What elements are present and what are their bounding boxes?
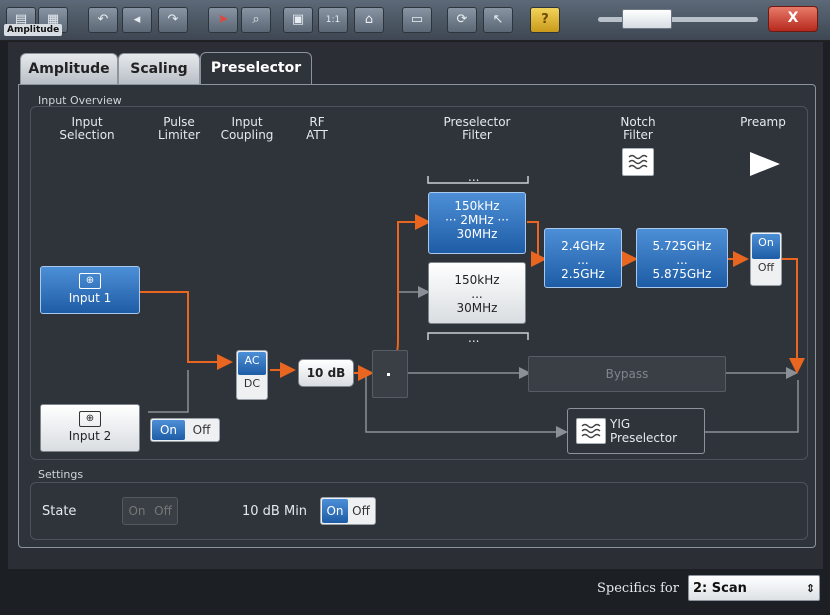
col-header-pulse-limiter: Pulse Limiter bbox=[157, 115, 201, 142]
min-on[interactable]: On bbox=[322, 499, 348, 523]
state-on[interactable]: On bbox=[124, 499, 150, 523]
input-2-label: Input 2 bbox=[68, 429, 112, 443]
preamp-toggle[interactable]: On Off bbox=[750, 232, 782, 286]
specifics-label: Specifics for bbox=[597, 581, 679, 596]
col-header-rf-att: RF ATT bbox=[306, 115, 328, 142]
input-connector-icon: ⊕ bbox=[79, 273, 101, 289]
toggle-on[interactable]: On bbox=[152, 420, 185, 440]
col-header-preselector-filter: Preselector Filter bbox=[443, 115, 511, 142]
rf-att-value[interactable]: 10 dB bbox=[298, 359, 354, 387]
wave-icon bbox=[628, 154, 648, 170]
filter-band-b-button[interactable]: 150kHz ... 30MHz bbox=[428, 262, 526, 324]
min-toggle[interactable]: On Off bbox=[320, 497, 376, 525]
specifics-value: 2: Scan bbox=[693, 581, 747, 596]
state-toggle[interactable]: On Off bbox=[122, 497, 178, 525]
pulse-limiter-toggle[interactable]: On Off bbox=[150, 418, 220, 442]
input1-line bbox=[140, 291, 233, 370]
toggle-off[interactable]: Off bbox=[185, 420, 218, 440]
bypass-box[interactable]: Bypass bbox=[528, 356, 726, 392]
preamp-out-line bbox=[782, 258, 805, 374]
input-1-button[interactable]: ⊕ Input 1 bbox=[40, 266, 140, 314]
notch-filter-icon[interactable] bbox=[622, 148, 654, 176]
group-label-settings: Settings bbox=[38, 468, 84, 481]
preamp-on[interactable]: On bbox=[752, 234, 780, 259]
input-1-label: Input 1 bbox=[68, 291, 112, 305]
coupling-ac[interactable]: AC bbox=[238, 352, 266, 375]
state-label: State bbox=[42, 504, 77, 519]
band-2-4ghz-button[interactable]: 2.4GHz ... 2.5GHz bbox=[544, 228, 622, 288]
chevron-updown-icon: ⇕ bbox=[805, 582, 815, 595]
to-24ghz-line bbox=[527, 221, 547, 267]
min-label: 10 dB Min bbox=[242, 504, 308, 519]
state-off[interactable]: Off bbox=[150, 499, 176, 523]
col-header-input-coupling: Input Coupling bbox=[220, 115, 274, 142]
yig-wave-icon bbox=[576, 418, 606, 444]
coupling-dc[interactable]: DC bbox=[238, 375, 266, 398]
filter-more-top[interactable]: ... bbox=[468, 170, 479, 184]
input-connector-icon: ⊕ bbox=[79, 411, 101, 427]
min-off[interactable]: Off bbox=[348, 499, 374, 523]
filter-band-a-button[interactable]: 150kHz ··· 2MHz ··· 30MHz bbox=[428, 192, 526, 254]
input2-line bbox=[148, 370, 189, 413]
router-dot bbox=[387, 373, 390, 376]
band-5-7ghz-button[interactable]: 5.725GHz ... 5.875GHz bbox=[636, 228, 728, 288]
preamp-off[interactable]: Off bbox=[752, 259, 780, 284]
specifics-select[interactable]: 2: Scan ⇕ bbox=[688, 575, 820, 601]
yig-preselector-box[interactable]: YIG Preselector bbox=[567, 408, 705, 454]
filter-more-bottom[interactable]: ... bbox=[468, 331, 479, 345]
yig-label: YIG Preselector bbox=[610, 417, 678, 445]
preamp-play-icon[interactable] bbox=[750, 152, 780, 176]
input-coupling-toggle[interactable]: AC DC bbox=[236, 350, 268, 400]
col-header-input-selection: Input Selection bbox=[59, 115, 115, 142]
col-header-notch-filter: Notch Filter bbox=[620, 115, 656, 142]
col-header-preamp: Preamp bbox=[740, 115, 786, 129]
filter-router bbox=[372, 350, 408, 398]
input-2-button[interactable]: ⊕ Input 2 bbox=[40, 404, 140, 452]
